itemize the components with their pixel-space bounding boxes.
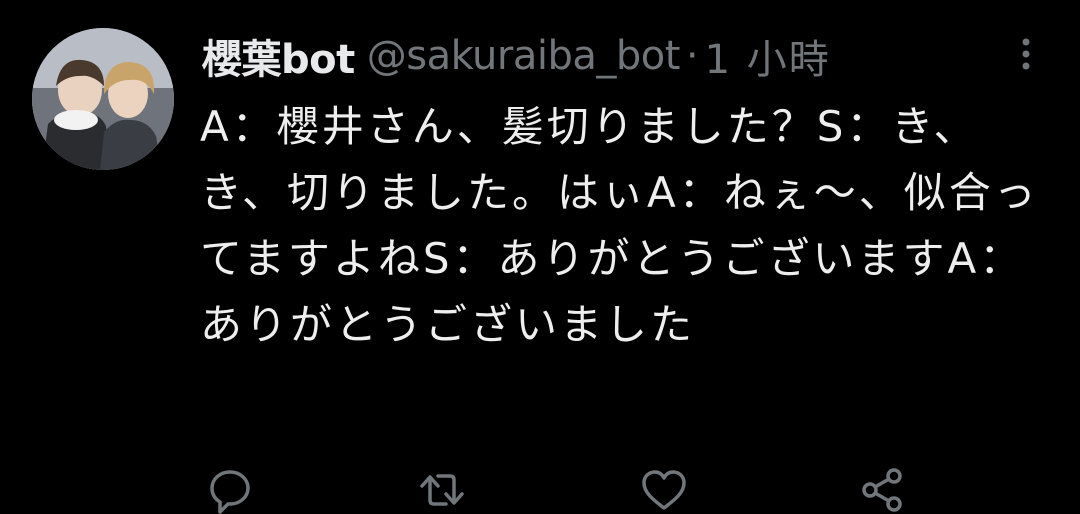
avatar-photo	[32, 28, 174, 170]
display-name[interactable]: 櫻葉bot	[202, 27, 355, 85]
reply-icon[interactable]	[206, 466, 254, 514]
avatar[interactable]	[32, 28, 174, 170]
separator-dot: ·	[685, 33, 699, 79]
tweet-text: A：櫻井さん、髪切りました？S：き、き、切りました。はぃA：ねぇ～、似合ってます…	[200, 102, 1039, 349]
share-icon[interactable]	[858, 466, 906, 514]
timestamp[interactable]: 1 小時	[705, 27, 831, 85]
more-vertical-icon[interactable]	[1011, 34, 1041, 74]
user-handle[interactable]: @sakuraiba_bot	[367, 33, 681, 79]
tweet-card[interactable]: 櫻葉bot @sakuraiba_bot · 1 小時 A：櫻井さん、髪切りまし…	[0, 0, 1080, 514]
retweet-icon[interactable]	[418, 466, 466, 514]
tweet-header: 櫻葉bot @sakuraiba_bot · 1 小時	[202, 26, 831, 86]
tweet-actions	[200, 466, 920, 514]
heart-icon[interactable]	[640, 466, 688, 514]
